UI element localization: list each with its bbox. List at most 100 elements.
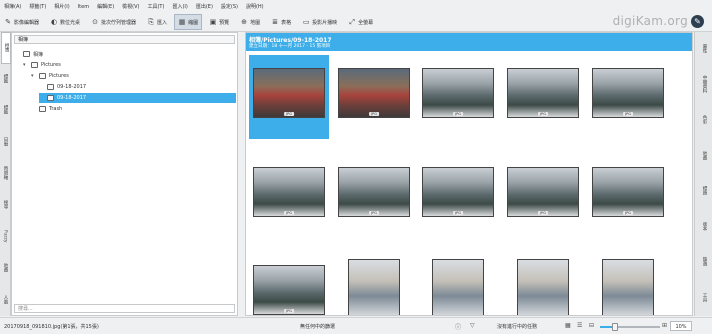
photo-image (603, 260, 653, 315)
toolbar-button-label: 表格 (281, 19, 292, 26)
photo-thumbnail[interactable]: JPG (253, 167, 325, 217)
thumbnails-icon: ▦ (178, 18, 186, 26)
photo-image (339, 69, 409, 117)
left-tab[interactable]: 相簿 (1, 32, 11, 64)
toolbar-button[interactable]: ≣ 表格 (267, 14, 295, 30)
zoom-slider-handle[interactable] (612, 323, 618, 331)
toolbar-button[interactable]: ✎ 影像編輯器 (0, 14, 43, 30)
menu-bar: 相簿(A) 標籤(T) 相片(I) Item 編輯(E) 檢視(V) 工具(T) 匯入(I) 匯… (0, 0, 712, 13)
photo-thumbnail[interactable]: JPG (602, 259, 654, 315)
photo-thumbnail[interactable]: JPG (338, 68, 410, 118)
album-tree-item[interactable]: Trash (31, 104, 211, 114)
album-tree-item[interactable]: 相簿 (15, 49, 195, 59)
photo-thumbnail[interactable]: JPG (592, 167, 664, 217)
right-tab[interactable]: 工具 (700, 281, 708, 315)
toolbar-button-label: 數位光桌 (60, 19, 81, 26)
album-tree-header[interactable]: 相簿 (14, 35, 235, 44)
right-sidebar-tabs: 屬性中繼資料 色彩 地圖 標題 版本 篩選 工具 (694, 32, 712, 316)
file-type-badge: JPG (284, 112, 294, 116)
menu-item[interactable]: 標籤(T) (25, 3, 50, 10)
photo-thumbnail[interactable]: JPG (507, 68, 579, 118)
pencil-icon: ✎ (5, 18, 11, 26)
album-search-input[interactable]: 搜尋... (14, 304, 235, 313)
folder-icon (47, 95, 54, 101)
right-tab[interactable]: 版本 (700, 210, 708, 244)
photo-thumbnail[interactable]: JPG (253, 265, 325, 315)
album-header: 相簿/Pictures/09-18-2017 建立日期：18 十一月 2017 … (246, 33, 692, 51)
expand-arrow-icon[interactable]: ▾ (31, 73, 36, 79)
menu-item[interactable]: 編輯(E) (93, 3, 118, 10)
folder-icon (47, 84, 54, 90)
photo-thumbnail[interactable]: JPG (432, 259, 484, 316)
menu-item[interactable]: 說明(H) (242, 3, 268, 10)
file-type-badge: JPG (369, 211, 379, 215)
right-tab[interactable]: 中繼資料 (700, 68, 708, 102)
toolbar-button[interactable]: ◐ 數位光桌 (46, 14, 84, 30)
photo-thumbnail[interactable]: JPG (517, 259, 569, 315)
expand-arrow-icon[interactable]: ▾ (23, 62, 28, 68)
photo-thumbnail[interactable]: JPG (422, 68, 494, 118)
left-tab[interactable]: 日曆 (1, 127, 9, 157)
album-tree-item[interactable]: 09-18-2017 (39, 82, 219, 92)
toolbar-button-label: 投影片播映 (312, 19, 338, 26)
menu-item[interactable]: 匯入(I) (168, 3, 191, 10)
right-tab[interactable]: 標題 (700, 174, 708, 208)
left-tab[interactable]: 標籤 (1, 95, 9, 125)
file-type-badge: JPG (453, 211, 463, 215)
photo-thumbnail[interactable]: JPG (253, 68, 325, 118)
right-tab[interactable]: 色彩 (700, 103, 708, 137)
photo-image (423, 69, 493, 117)
filter-icon[interactable]: ▽ (470, 322, 475, 329)
album-tree-label: Pictures (41, 62, 61, 68)
toolbar-button[interactable]: ▭ 投影片播映 (298, 14, 341, 30)
zoom-in-icon[interactable]: ⊞ (662, 322, 667, 329)
brand-logo-text: digiKam.org (612, 14, 688, 28)
toolbar-button[interactable]: ⤢ 全螢幕 (344, 14, 377, 30)
photo-image (349, 260, 399, 315)
photo-image (339, 168, 409, 216)
toolbar-button[interactable]: ⊙ 批次佇列管理器 (87, 14, 140, 30)
album-tree-item[interactable]: ▾ Pictures (23, 60, 203, 70)
toolbar-button[interactable]: ⎘ 匯入 (143, 14, 171, 30)
file-type-badge: JPG (284, 211, 294, 215)
status-file-info: 20170918_091810.jpg(第1張，共15張) (4, 324, 99, 330)
fullscreen-icon: ⤢ (349, 17, 355, 26)
zoom-out-icon[interactable]: ⊟ (589, 322, 594, 329)
album-tree-item[interactable]: 09-18-2017 (39, 93, 236, 103)
toolbar-button[interactable]: ▦ 縮圖 (174, 14, 203, 30)
toolbar-button[interactable]: ▣ 預覽 (205, 14, 233, 30)
photo-thumbnail[interactable]: JPG (422, 167, 494, 217)
left-tab[interactable]: 搜尋 (1, 190, 9, 220)
right-tab[interactable]: 篩選 (700, 245, 708, 279)
menu-item[interactable]: 相片(I) (50, 3, 73, 10)
photo-thumbnail[interactable]: JPG (338, 167, 410, 217)
menu-item[interactable]: 工具(T) (143, 3, 168, 10)
menu-item[interactable]: 設定(S) (217, 3, 242, 10)
file-type-badge: JPG (623, 112, 633, 116)
queue-icon: ⊙ (92, 18, 98, 26)
right-tab[interactable]: 地圖 (700, 139, 708, 173)
menu-item[interactable]: Item (74, 4, 93, 10)
list-icon[interactable]: ☰ (577, 322, 582, 329)
file-type-badge: JPG (453, 315, 463, 316)
grid-icon[interactable]: ▦ (565, 322, 571, 329)
zoom-value-field[interactable]: 10% (670, 321, 692, 331)
photo-thumbnail[interactable]: JPG (507, 167, 579, 217)
left-tab[interactable]: Fuzzy (1, 221, 9, 251)
toolbar-button-label: 影像編輯器 (14, 19, 40, 26)
status-filter[interactable]: 無任何中的篩選 (300, 323, 335, 330)
photo-thumbnail[interactable]: JPG (348, 259, 400, 315)
menu-item[interactable]: 檢視(V) (118, 3, 143, 10)
left-tab[interactable]: 時間軸 (1, 158, 9, 188)
info-icon[interactable]: ⓘ (455, 322, 461, 331)
right-tab[interactable]: 屬性 (700, 32, 708, 66)
photo-thumbnail[interactable]: JPG (592, 68, 664, 118)
left-tab[interactable]: 人臉 (1, 284, 9, 314)
menu-item[interactable]: 匯出(E) (192, 3, 217, 10)
menu-item[interactable]: 相簿(A) (0, 3, 25, 10)
album-tree-item[interactable]: ▾ Pictures (31, 71, 211, 81)
toolbar-button[interactable]: ⊕ 地圖 (236, 14, 264, 30)
zoom-slider[interactable] (600, 323, 660, 331)
left-tab[interactable]: 地圖 (1, 253, 9, 283)
left-tab[interactable]: 標籤 (1, 64, 9, 94)
